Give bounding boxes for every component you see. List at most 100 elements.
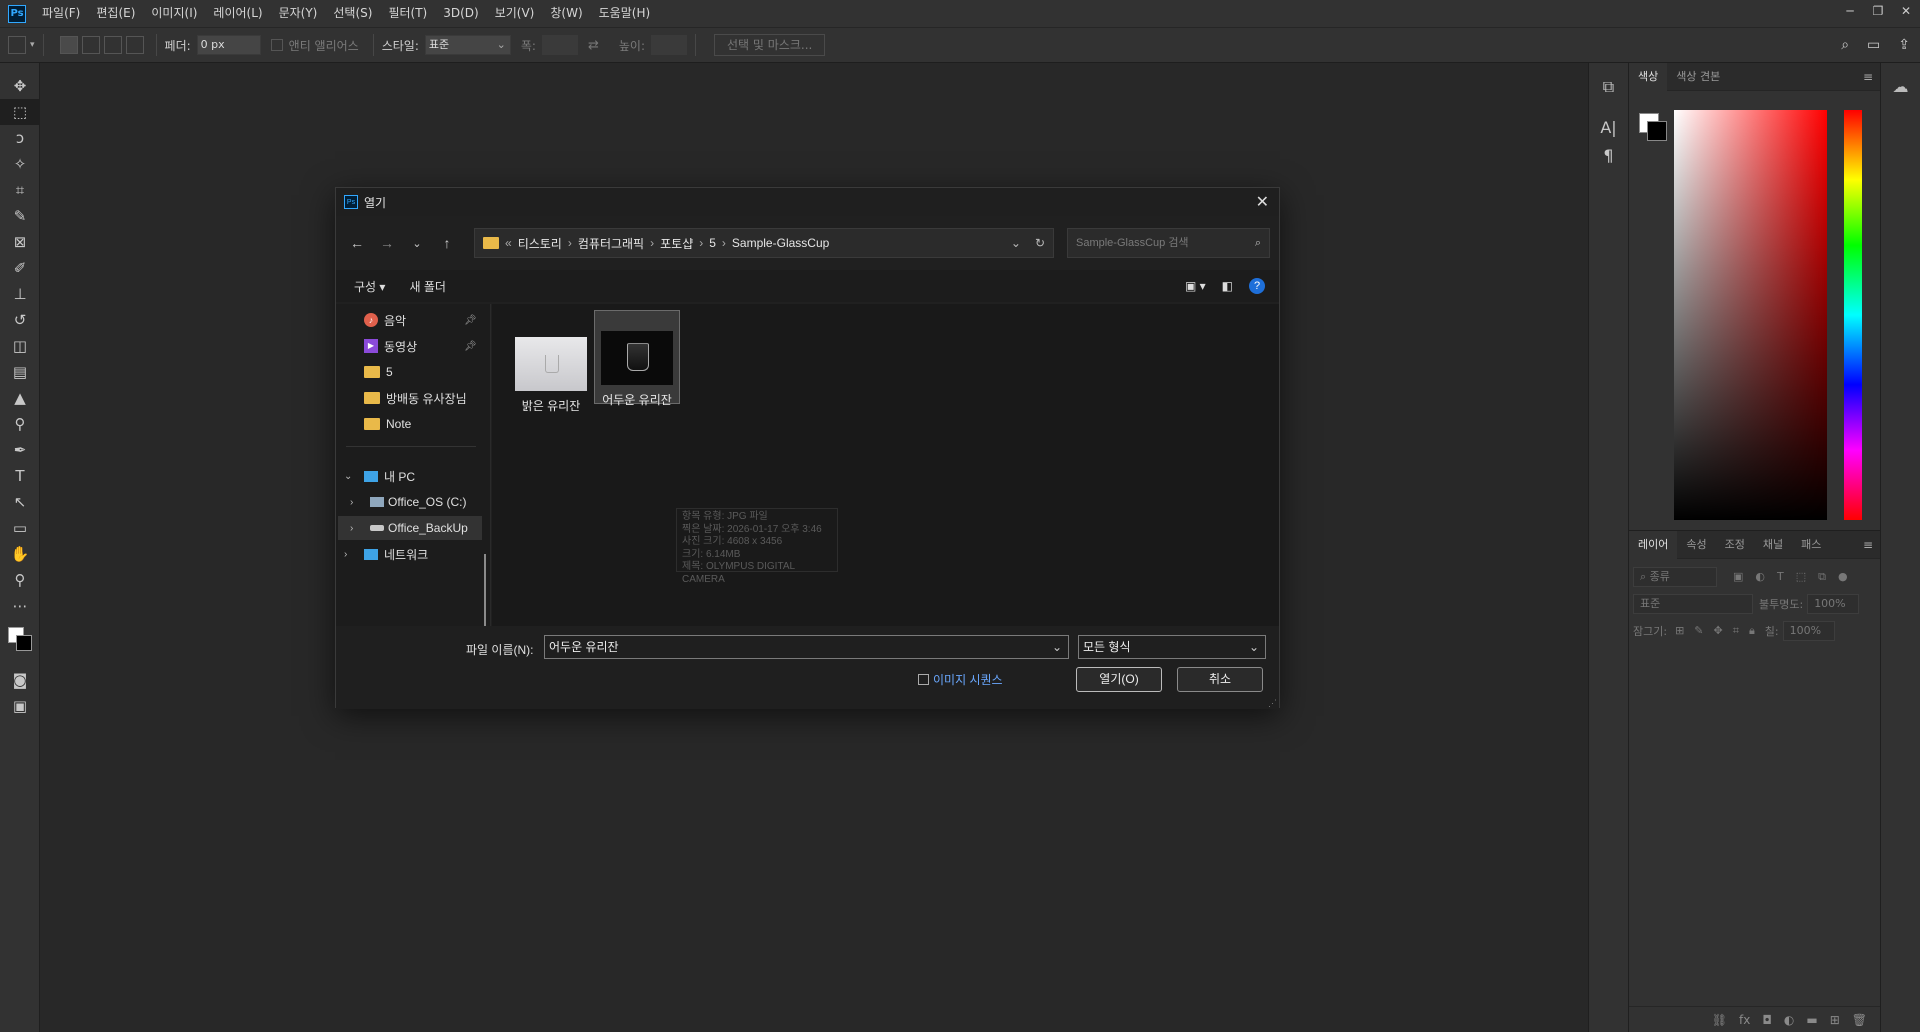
lock-all-icon[interactable]: 🔒︎ bbox=[1749, 624, 1755, 638]
restore-button[interactable]: ❐ bbox=[1864, 0, 1892, 22]
chevron-down-icon[interactable]: ⌄ bbox=[1052, 636, 1062, 658]
address-bar[interactable]: « 티스토리 › 컴퓨터그래픽 › 포토샵 › 5 › Sample-GlassCup … bbox=[474, 228, 1054, 258]
clone-stamp-tool-icon[interactable]: ⊥ bbox=[0, 281, 40, 307]
menu-image[interactable]: 이미지(I) bbox=[143, 0, 205, 27]
zoom-tool-icon[interactable]: ⚲ bbox=[0, 567, 40, 593]
filetype-select[interactable]: 모든 형식 ⌄ bbox=[1078, 635, 1266, 659]
delete-layer-icon[interactable]: 🗑︎ bbox=[1852, 1013, 1867, 1027]
marquee-tool-icon[interactable]: ⬚ bbox=[0, 99, 40, 125]
marquee-tool-preset-icon[interactable] bbox=[8, 36, 26, 54]
breadcrumb-item[interactable]: 포토샵 bbox=[660, 235, 693, 252]
character-icon[interactable]: A| bbox=[1589, 113, 1628, 141]
antialias-checkbox[interactable] bbox=[270, 39, 283, 51]
share-icon[interactable]: ⇪ bbox=[1898, 37, 1910, 53]
open-button[interactable]: 열기(O) bbox=[1076, 667, 1162, 692]
chevron-down-icon[interactable]: ▾ bbox=[30, 40, 35, 50]
history-brush-tool-icon[interactable]: ↺ bbox=[0, 307, 40, 333]
forward-icon[interactable]: → bbox=[372, 235, 402, 251]
dodge-tool-icon[interactable]: ⚲ bbox=[0, 411, 40, 437]
refresh-icon[interactable]: ↻ bbox=[1035, 236, 1045, 250]
adjustment-layer-icon[interactable]: ◐ bbox=[1784, 1013, 1794, 1027]
tab-color[interactable]: 색상 bbox=[1629, 62, 1668, 91]
lock-pixels-icon[interactable]: ✎ bbox=[1694, 624, 1703, 638]
libraries-icon[interactable]: ☁ bbox=[1881, 71, 1920, 101]
filter-toggle-icon[interactable]: ● bbox=[1838, 570, 1848, 584]
file-item[interactable]: 밝은 유리잔 bbox=[508, 310, 594, 413]
menu-view[interactable]: 보기(V) bbox=[487, 0, 543, 27]
new-folder-button[interactable]: 새 폴더 bbox=[409, 278, 445, 295]
minimize-button[interactable]: ─ bbox=[1836, 0, 1864, 22]
panel-menu-icon[interactable]: ≡ bbox=[1863, 531, 1873, 559]
new-selection-icon[interactable] bbox=[59, 36, 78, 54]
filename-input[interactable]: 어두운 유리잔 ⌄ bbox=[544, 635, 1069, 659]
smart-object-filter-icon[interactable]: ⧉ bbox=[1818, 570, 1826, 584]
breadcrumb-item[interactable]: Sample-GlassCup bbox=[732, 236, 829, 250]
cancel-button[interactable]: 취소 bbox=[1177, 667, 1263, 692]
hand-tool-icon[interactable]: ✋ bbox=[0, 541, 40, 567]
recent-locations-icon[interactable]: ⌄ bbox=[402, 237, 432, 250]
color-swatches[interactable] bbox=[0, 619, 39, 667]
nav-item-this-pc[interactable]: ⌄ 내 PC bbox=[344, 464, 415, 488]
help-icon[interactable]: ? bbox=[1249, 278, 1265, 294]
add-selection-icon[interactable] bbox=[81, 36, 100, 54]
new-layer-icon[interactable]: ⊞ bbox=[1830, 1013, 1840, 1027]
lasso-tool-icon[interactable]: ↄ bbox=[0, 125, 40, 151]
tab-properties[interactable]: 속성 bbox=[1677, 531, 1715, 559]
gradient-tool-icon[interactable]: ▤ bbox=[0, 359, 40, 385]
menu-layer[interactable]: 레이어(L) bbox=[205, 0, 270, 27]
blur-tool-icon[interactable]: ▲ bbox=[0, 385, 40, 411]
screen-mode-icon[interactable]: ▣ bbox=[0, 693, 40, 719]
chevron-down-icon[interactable]: ⌄ bbox=[1011, 236, 1021, 250]
breadcrumb-item[interactable]: 5 bbox=[709, 236, 716, 250]
color-picker-field[interactable] bbox=[1674, 110, 1827, 520]
swap-dimensions-icon[interactable]: ⇄ bbox=[588, 38, 599, 53]
nav-item-folder-note[interactable]: Note bbox=[364, 412, 411, 436]
layer-filter-select[interactable]: ⌕ 종류 bbox=[1633, 567, 1717, 587]
menu-edit[interactable]: 편집(E) bbox=[88, 0, 143, 27]
add-mask-icon[interactable]: ◘ bbox=[1762, 1013, 1772, 1027]
lock-transparency-icon[interactable]: ⊞ bbox=[1675, 624, 1684, 638]
breadcrumb-item[interactable]: 티스토리 bbox=[518, 235, 562, 252]
panel-menu-icon[interactable]: ≡ bbox=[1863, 63, 1873, 91]
chevron-right-icon[interactable]: › bbox=[344, 549, 364, 560]
more-tools-icon[interactable]: ⋯ bbox=[0, 593, 40, 619]
link-layers-icon[interactable]: ⛓ bbox=[1712, 1013, 1727, 1027]
style-select[interactable]: 표준 ⌄ bbox=[424, 35, 511, 55]
opacity-input[interactable]: 100% bbox=[1807, 594, 1860, 614]
view-options-icon[interactable]: ▣ ▾ bbox=[1185, 279, 1206, 293]
blend-mode-select[interactable]: 표준 bbox=[1633, 594, 1753, 614]
preview-pane-icon[interactable]: ◧ bbox=[1222, 279, 1233, 293]
nav-item-drive-c[interactable]: › Office_OS (C:) bbox=[350, 490, 484, 514]
lock-artboard-icon[interactable]: ⌗ bbox=[1733, 624, 1739, 638]
breadcrumb-overflow[interactable]: « bbox=[505, 236, 512, 250]
tab-paths[interactable]: 패스 bbox=[1792, 531, 1830, 559]
menu-file[interactable]: 파일(F) bbox=[34, 0, 88, 27]
back-icon[interactable]: ← bbox=[342, 235, 372, 251]
chevron-down-icon[interactable]: ⌄ bbox=[344, 471, 364, 482]
search-icon[interactable]: ⌕ bbox=[1841, 37, 1849, 53]
feather-input[interactable]: 0 px bbox=[196, 35, 261, 55]
shape-filter-icon[interactable]: ⬚ bbox=[1796, 570, 1806, 584]
layer-style-icon[interactable]: fx bbox=[1739, 1013, 1750, 1027]
menu-select[interactable]: 선택(S) bbox=[325, 0, 380, 27]
image-sequence-checkbox[interactable] bbox=[918, 674, 929, 685]
pen-tool-icon[interactable]: ✒ bbox=[0, 437, 40, 463]
tab-layers[interactable]: 레이어 bbox=[1629, 530, 1678, 559]
chevron-right-icon[interactable]: › bbox=[350, 523, 370, 534]
background-color-swatch[interactable] bbox=[1647, 121, 1667, 141]
nav-item-videos[interactable]: ▶ 동영상 📌︎ bbox=[364, 334, 484, 358]
hue-slider[interactable] bbox=[1844, 110, 1862, 520]
image-sequence-option[interactable]: 이미지 시퀀스 bbox=[918, 671, 1003, 688]
rectangle-tool-icon[interactable]: ▭ bbox=[0, 515, 40, 541]
move-tool-icon[interactable]: ✥ bbox=[0, 73, 40, 99]
menu-window[interactable]: 창(W) bbox=[542, 0, 590, 27]
width-input[interactable] bbox=[541, 35, 578, 55]
menu-3d[interactable]: 3D(D) bbox=[435, 0, 486, 27]
intersect-selection-icon[interactable] bbox=[125, 36, 144, 54]
close-window-button[interactable]: ✕ bbox=[1892, 0, 1920, 22]
image-filter-icon[interactable]: ▣ bbox=[1733, 570, 1743, 584]
subtract-selection-icon[interactable] bbox=[103, 36, 122, 54]
eyedropper-tool-icon[interactable]: ✎ bbox=[0, 203, 40, 229]
magic-wand-tool-icon[interactable]: ✧ bbox=[0, 151, 40, 177]
history-icon[interactable]: ⧉ bbox=[1589, 73, 1628, 101]
